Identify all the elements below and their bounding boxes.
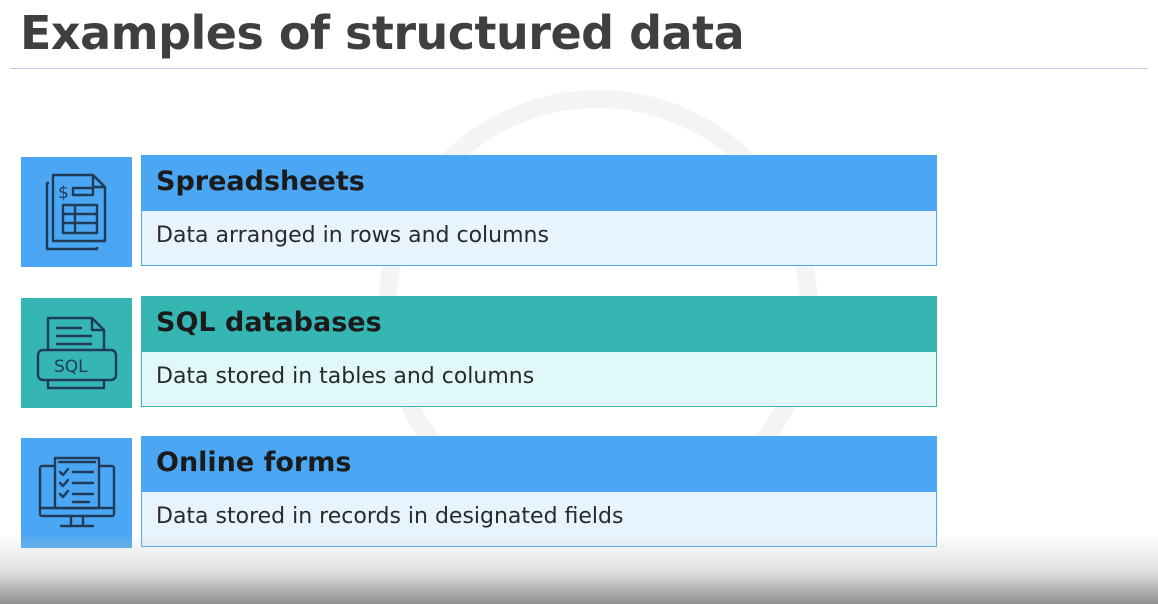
- card-description: Data stored in tables and columns: [142, 352, 936, 406]
- sql-database-icon: SQL: [21, 298, 132, 408]
- sql-databases-card: SQL databases Data stored in tables and …: [141, 296, 937, 407]
- card-description: Data arranged in rows and columns: [142, 211, 936, 265]
- card-heading: Spreadsheets: [142, 156, 936, 211]
- sql-icon-label: SQL: [54, 357, 88, 377]
- title-divider: [10, 68, 1148, 69]
- spreadsheets-card: Spreadsheets Data arranged in rows and c…: [141, 155, 937, 266]
- list-item-online-forms: Online forms Data stored in records in d…: [21, 436, 937, 548]
- slide-title: Examples of structured data: [20, 6, 745, 60]
- card-heading: SQL databases: [142, 297, 936, 352]
- spreadsheet-icon: $: [21, 157, 132, 267]
- video-bottom-shadow: [0, 534, 1158, 604]
- online-forms-card: Online forms Data stored in records in d…: [141, 436, 937, 547]
- list-item-sql-databases: SQL SQL databases Data stored in tables …: [21, 296, 937, 408]
- list-item-spreadsheets: $ Spreadsheets Data arranged in rows and…: [21, 155, 937, 267]
- online-form-icon: [21, 438, 132, 548]
- svg-text:$: $: [58, 183, 69, 203]
- card-heading: Online forms: [142, 437, 936, 492]
